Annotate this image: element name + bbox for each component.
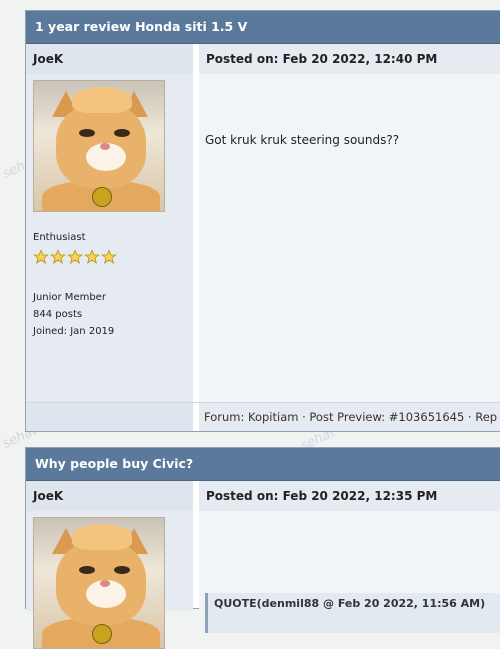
post-body: QUOTE(denmil88 @ Feb 20 2022, 11:56 AM) bbox=[199, 511, 500, 633]
star-icon bbox=[67, 249, 83, 264]
post-footer-links[interactable]: Forum: Kopitiam · Post Preview: #1036516… bbox=[199, 403, 500, 431]
user-profile-panel: Enthusiast Junior Member 844 posts Joine… bbox=[26, 74, 193, 403]
forum-post: Why people buy Civic? JoeK Posted on: Fe… bbox=[25, 447, 500, 649]
user-role: Enthusiast bbox=[33, 232, 86, 243]
post-title[interactable]: Why people buy Civic? bbox=[26, 448, 500, 481]
join-date: Joined: Jan 2019 bbox=[33, 326, 115, 337]
star-icon bbox=[33, 249, 49, 264]
star-icon bbox=[50, 249, 66, 264]
posted-date: Posted on: Feb 20 2022, 12:35 PM bbox=[199, 481, 500, 511]
forum-post: 1 year review Honda siti 1.5 V JoeK Post… bbox=[25, 10, 500, 432]
posted-date: Posted on: Feb 20 2022, 12:40 PM bbox=[199, 44, 500, 74]
avatar[interactable] bbox=[33, 80, 165, 212]
avatar[interactable] bbox=[33, 517, 165, 649]
post-title[interactable]: 1 year review Honda siti 1.5 V bbox=[26, 11, 500, 44]
post-content: Got kruk kruk steering sounds?? bbox=[205, 133, 400, 147]
quote-header: QUOTE(denmil88 @ Feb 20 2022, 11:56 AM) bbox=[205, 593, 500, 633]
post-count: 844 posts bbox=[33, 309, 83, 320]
rating-stars bbox=[33, 249, 186, 265]
member-rank: Junior Member bbox=[33, 292, 106, 303]
star-icon bbox=[101, 249, 117, 264]
username[interactable]: JoeK bbox=[26, 44, 193, 74]
star-icon bbox=[84, 249, 100, 264]
post-footer: Forum: Kopitiam · Post Preview: #1036516… bbox=[26, 402, 500, 431]
post-body: Got kruk kruk steering sounds?? bbox=[199, 74, 500, 403]
user-profile-panel bbox=[26, 511, 193, 649]
username[interactable]: JoeK bbox=[26, 481, 193, 511]
